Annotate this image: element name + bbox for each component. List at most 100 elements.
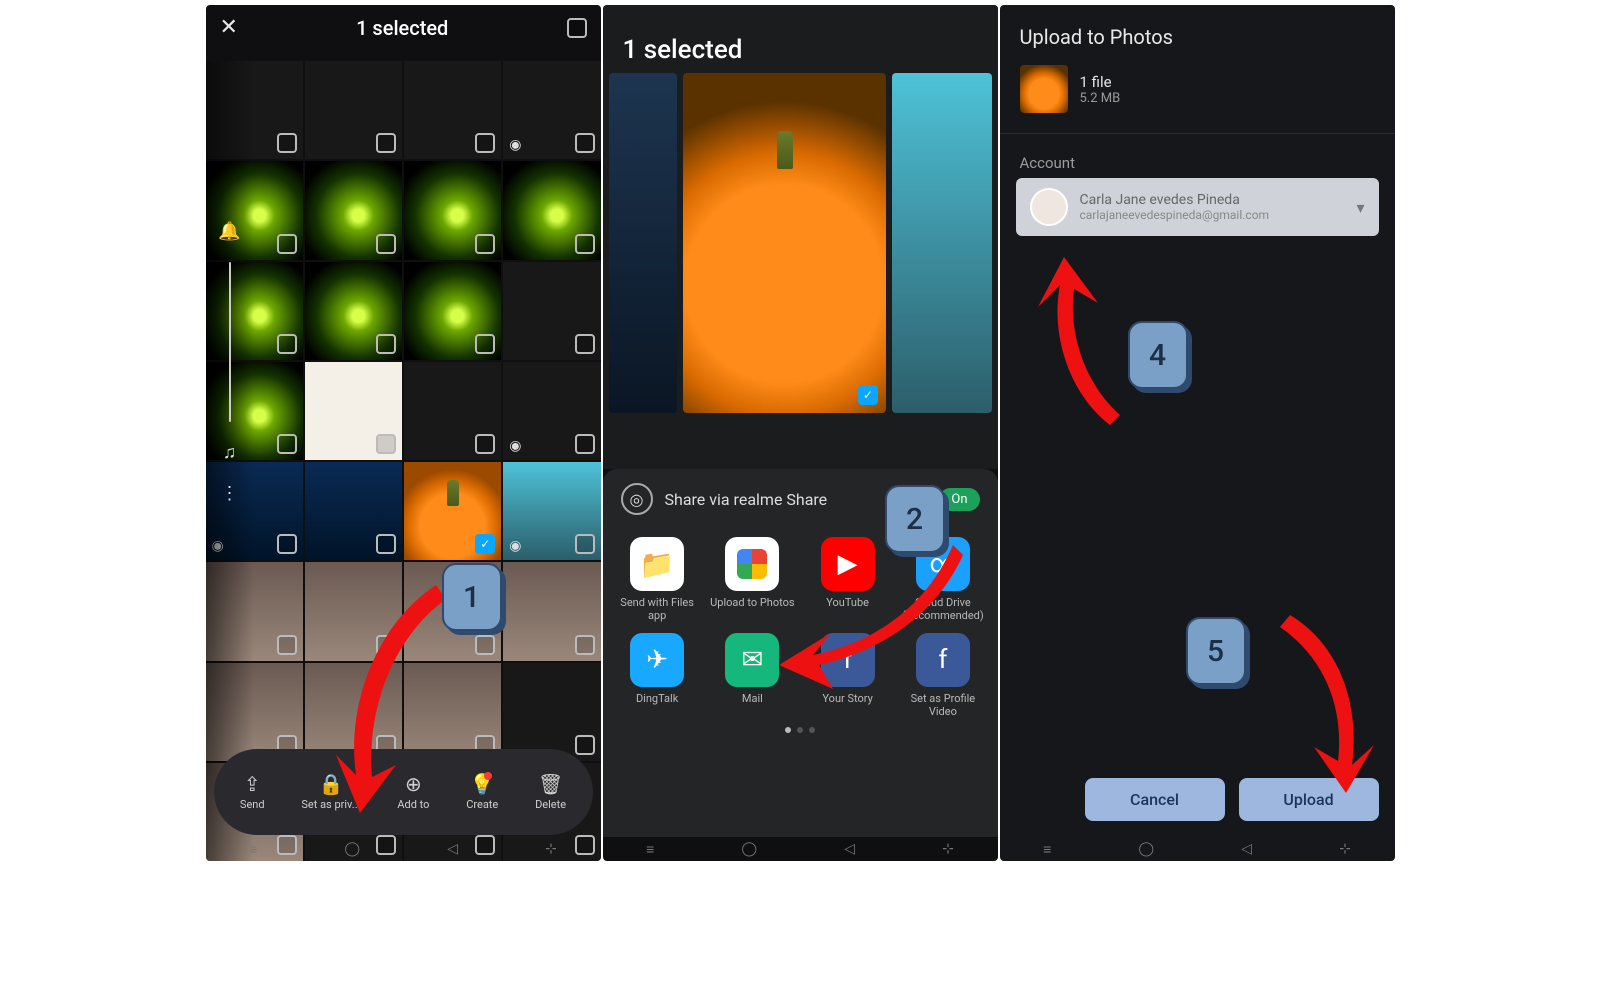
selection-title: 1 selected <box>603 5 998 73</box>
create-label: Create <box>466 798 498 811</box>
upload-button-row: Cancel Upload <box>1085 778 1379 821</box>
app-label: Your Story <box>822 693 872 719</box>
share-app-files[interactable]: 📁Send with Files app <box>613 537 702 623</box>
play-icon: ◉ <box>509 137 521 153</box>
file-count: 1 file <box>1080 73 1121 91</box>
avatar <box>1030 188 1068 226</box>
add-to-button[interactable]: ⊕Add to <box>397 774 429 811</box>
music-icon[interactable]: ♫ <box>223 442 237 463</box>
play-icon: ◉ <box>509 438 521 454</box>
private-label: Set as priv... <box>301 798 360 811</box>
grid-cell[interactable] <box>305 61 402 159</box>
accessibility-icon[interactable]: ⊹ <box>942 841 954 857</box>
android-nav-bar: ≡ ◯ ◁ ⊹ <box>1000 837 1395 861</box>
account-name: Carla Jane evedes Pineda <box>1080 192 1345 208</box>
grid-cell[interactable]: ◉ <box>503 61 600 159</box>
share-app-cloud-drive[interactable]: ∞Cloud Drive (Recommended) <box>898 537 987 623</box>
grid-cell[interactable] <box>305 562 402 660</box>
share-app-google-photos[interactable]: Upload to Photos <box>708 537 797 623</box>
upload-title: Upload to Photos <box>1000 5 1395 55</box>
notification-dot <box>484 772 492 780</box>
grid-cell-selected[interactable] <box>404 462 501 560</box>
back-icon[interactable]: ◁ <box>1241 841 1252 857</box>
share-app-profile-video[interactable]: fSet as Profile Video <box>898 633 987 719</box>
trash-icon: 🗑 <box>538 774 563 794</box>
app-label: Mail <box>742 693 763 719</box>
grid-cell[interactable] <box>503 663 600 761</box>
share-app-your-story[interactable]: fYour Story <box>803 633 892 719</box>
back-icon[interactable]: ◁ <box>844 841 855 857</box>
app-label: Send with Files app <box>613 597 702 623</box>
app-label: Set as Profile Video <box>898 693 987 719</box>
share-thumbnail-row <box>603 73 998 413</box>
app-label: DingTalk <box>636 693 678 719</box>
bell-icon[interactable]: 🔔 <box>218 221 240 242</box>
separator <box>1000 133 1395 134</box>
accessibility-icon[interactable]: ⊹ <box>545 841 557 857</box>
app-label: Upload to Photos <box>710 597 794 623</box>
gallery-grid[interactable]: ◉ ◉ ◉ ◉ <box>206 61 601 861</box>
share-sheet-screen: 1 selected ◎ Share via realme Share On 📁… <box>603 5 998 861</box>
share-thumb[interactable] <box>892 73 992 413</box>
selection-title: 1 selected <box>356 16 448 40</box>
delete-label: Delete <box>535 798 566 811</box>
plus-circle-icon: ⊕ <box>405 774 422 794</box>
recent-icon[interactable]: ≡ <box>646 841 654 858</box>
share-app-youtube[interactable]: ▶YouTube <box>803 537 892 623</box>
upload-button[interactable]: Upload <box>1239 778 1379 821</box>
grid-cell[interactable] <box>404 161 501 259</box>
gallery-side-rail: 🔔 ♫ ⋮ <box>206 61 254 861</box>
recent-icon[interactable]: ≡ <box>1043 841 1051 858</box>
home-icon[interactable]: ◯ <box>344 841 360 857</box>
upload-dialog-screen: Upload to Photos 1 file 5.2 MB Account C… <box>1000 5 1395 861</box>
grid-cell[interactable] <box>503 262 600 360</box>
share-app-dingtalk[interactable]: ✈DingTalk <box>613 633 702 719</box>
close-icon[interactable]: ✕ <box>220 15 238 40</box>
back-icon[interactable]: ◁ <box>447 841 458 857</box>
grid-cell[interactable] <box>404 61 501 159</box>
share-sheet: ◎ Share via realme Share On 📁Send with F… <box>603 469 998 837</box>
step-badge-5: 5 <box>1186 617 1246 685</box>
grid-cell[interactable] <box>404 663 501 761</box>
grid-cell[interactable] <box>305 262 402 360</box>
grid-cell[interactable] <box>305 663 402 761</box>
page-indicator <box>613 727 988 733</box>
cancel-button[interactable]: Cancel <box>1085 778 1225 821</box>
android-nav-bar: ≡ ◯ ◁ ⊹ <box>603 837 998 861</box>
realme-share-row[interactable]: ◎ Share via realme Share On <box>613 483 988 515</box>
home-icon[interactable]: ◯ <box>741 841 757 857</box>
share-thumb-selected[interactable] <box>683 73 885 413</box>
create-button[interactable]: 💡Create <box>466 774 498 811</box>
realme-share-toggle[interactable]: On <box>939 488 979 511</box>
step-arrow-5 <box>1260 605 1390 795</box>
share-preview-area: 1 selected <box>603 5 998 469</box>
grid-cell[interactable] <box>503 161 600 259</box>
share-thumb[interactable] <box>609 73 678 413</box>
grid-cell[interactable] <box>305 362 402 460</box>
check-all-icon[interactable] <box>567 18 587 38</box>
android-nav-bar: ≡ ◯ ◁ ⊹ <box>206 837 601 861</box>
gallery-selection-screen: ✕ 1 selected ◉ ◉ ◉ <box>206 5 601 861</box>
grid-cell[interactable]: ◉ <box>503 362 600 460</box>
share-app-mail[interactable]: ✉Mail <box>708 633 797 719</box>
recent-icon[interactable]: ≡ <box>249 841 257 858</box>
more-icon[interactable]: ⋮ <box>221 483 239 504</box>
grid-cell[interactable] <box>305 161 402 259</box>
grid-cell[interactable]: ◉ <box>503 462 600 560</box>
grid-cell[interactable] <box>305 462 402 560</box>
accessibility-icon[interactable]: ⊹ <box>1339 841 1351 857</box>
send-button[interactable]: ⇪Send <box>240 774 265 811</box>
scroll-indicator <box>229 262 231 422</box>
grid-cell[interactable] <box>404 262 501 360</box>
home-icon[interactable]: ◯ <box>1138 841 1154 857</box>
file-size: 5.2 MB <box>1080 91 1121 106</box>
set-private-button[interactable]: 🔒Set as priv... <box>301 774 360 811</box>
app-label: Cloud Drive (Recommended) <box>898 597 987 623</box>
grid-cell[interactable] <box>404 562 501 660</box>
grid-cell[interactable] <box>503 562 600 660</box>
grid-cell[interactable] <box>404 362 501 460</box>
delete-button[interactable]: 🗑 Delete <box>535 774 566 811</box>
account-email: carlajaneevedespineda@gmail.com <box>1080 208 1345 222</box>
upload-thumbnail <box>1020 65 1068 113</box>
account-selector[interactable]: Carla Jane evedes Pineda carlajaneevedes… <box>1016 178 1379 236</box>
